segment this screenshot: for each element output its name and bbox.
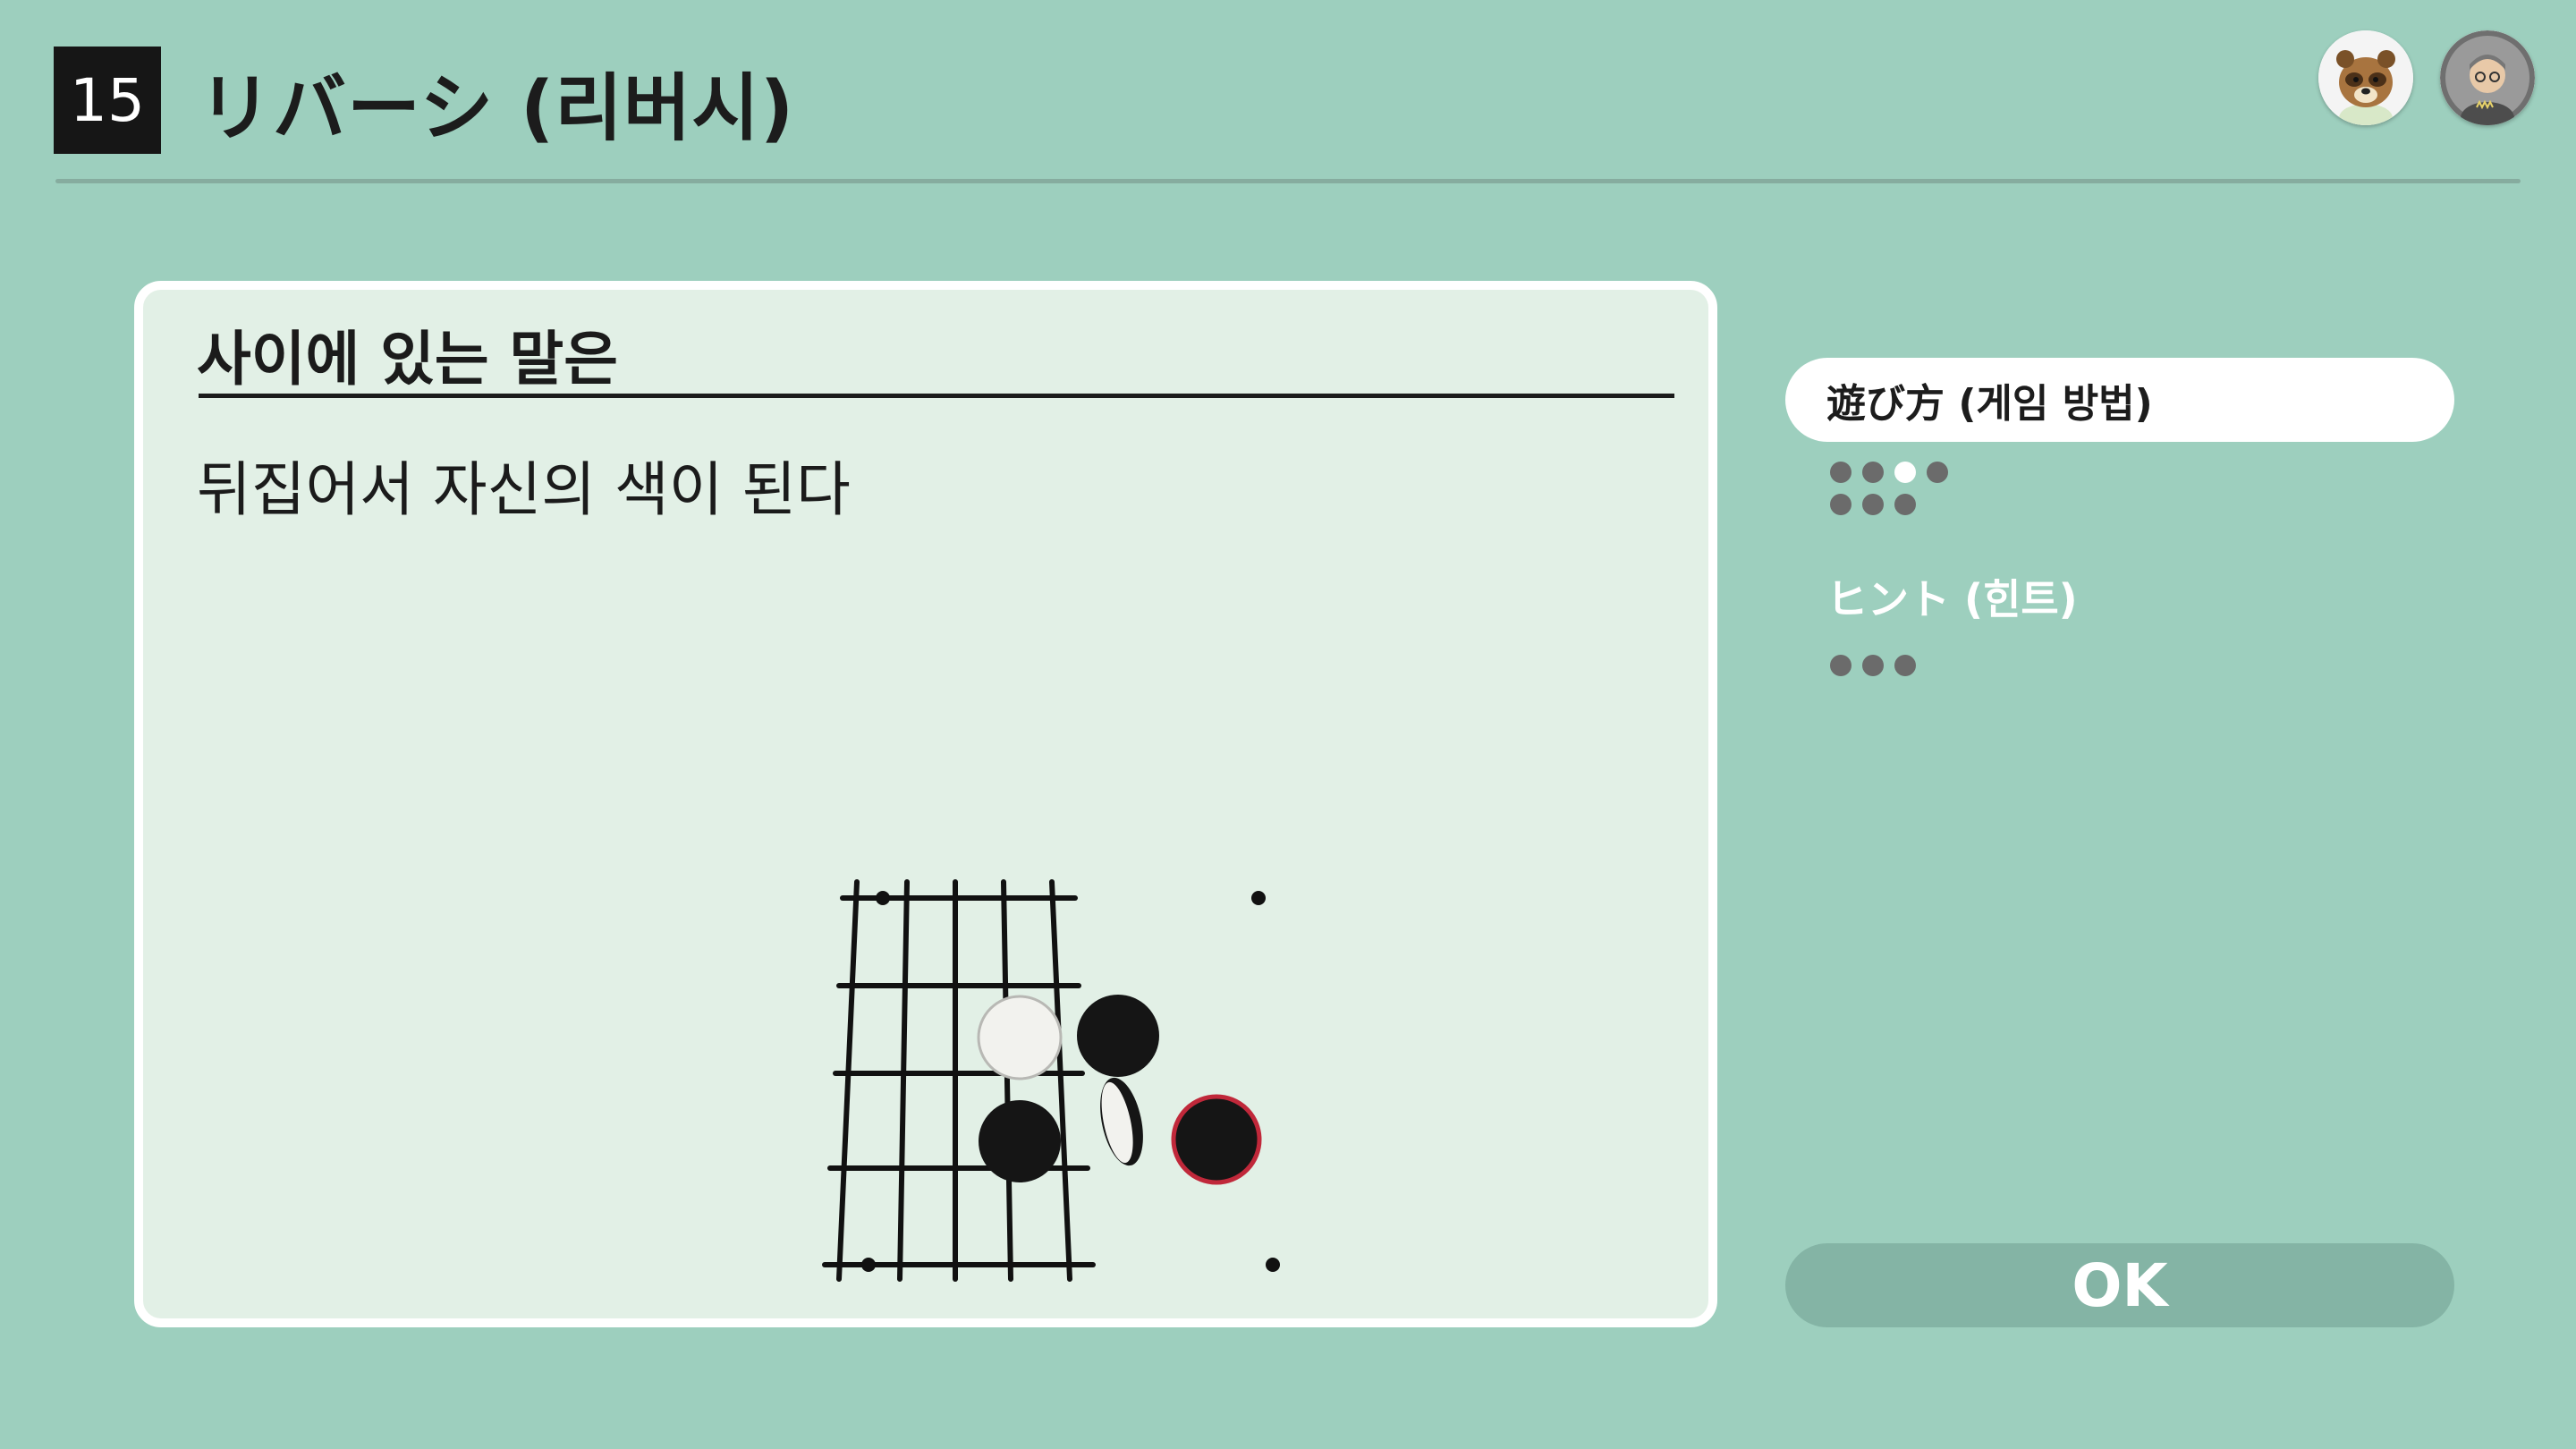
board-line [1049, 879, 1072, 1282]
how-to-play-page-dots [1830, 462, 1959, 483]
ok-button[interactable]: OK [1785, 1243, 2454, 1327]
how-to-play-page-dots-row2 [1830, 494, 1927, 515]
player-avatar-icon[interactable] [2440, 30, 2535, 125]
header-divider [55, 179, 2521, 183]
page-dot[interactable] [1830, 462, 1852, 483]
reversi-board-illustration [680, 862, 1360, 1327]
board-line [897, 879, 910, 1282]
menu-item-how-to-play[interactable]: 遊び方 (게임 방법) [1785, 358, 2454, 442]
black-disc [979, 1100, 1061, 1182]
board-line [836, 879, 860, 1282]
page-dot[interactable] [1862, 462, 1884, 483]
page-dot-current[interactable] [1894, 462, 1916, 483]
page-dot[interactable] [1862, 494, 1884, 515]
raccoon-character-avatar-icon[interactable] [2318, 30, 2413, 125]
card-heading-rule [199, 394, 1674, 398]
page-dot[interactable] [1927, 462, 1948, 483]
page-dot[interactable] [1862, 655, 1884, 676]
white-disc [977, 995, 1063, 1080]
page-dot[interactable] [1830, 494, 1852, 515]
board-star-point [1251, 891, 1266, 905]
card-body-text: 뒤집어서 자신의 색이 된다 [197, 455, 851, 524]
menu-item-hint[interactable]: ヒント (힌트) [1826, 556, 2078, 637]
hint-page-dots [1830, 655, 1927, 676]
flipping-disc [1100, 1077, 1143, 1166]
black-disc [1077, 995, 1159, 1077]
page-dot[interactable] [1830, 655, 1852, 676]
page-dot[interactable] [1894, 494, 1916, 515]
page-dot[interactable] [1894, 655, 1916, 676]
board-line [1001, 879, 1013, 1282]
instruction-card: 사이에 있는 말은 뒤집어서 자신의 색이 된다 [134, 281, 1717, 1327]
game-title: リバーシ (리버시) [199, 65, 795, 151]
game-number-badge: 15 [54, 47, 161, 154]
board-star-point [1266, 1258, 1280, 1272]
board-star-point [861, 1258, 876, 1272]
black-disc-highlighted [1171, 1094, 1262, 1185]
card-heading: 사이에 있는 말은 [197, 325, 618, 394]
